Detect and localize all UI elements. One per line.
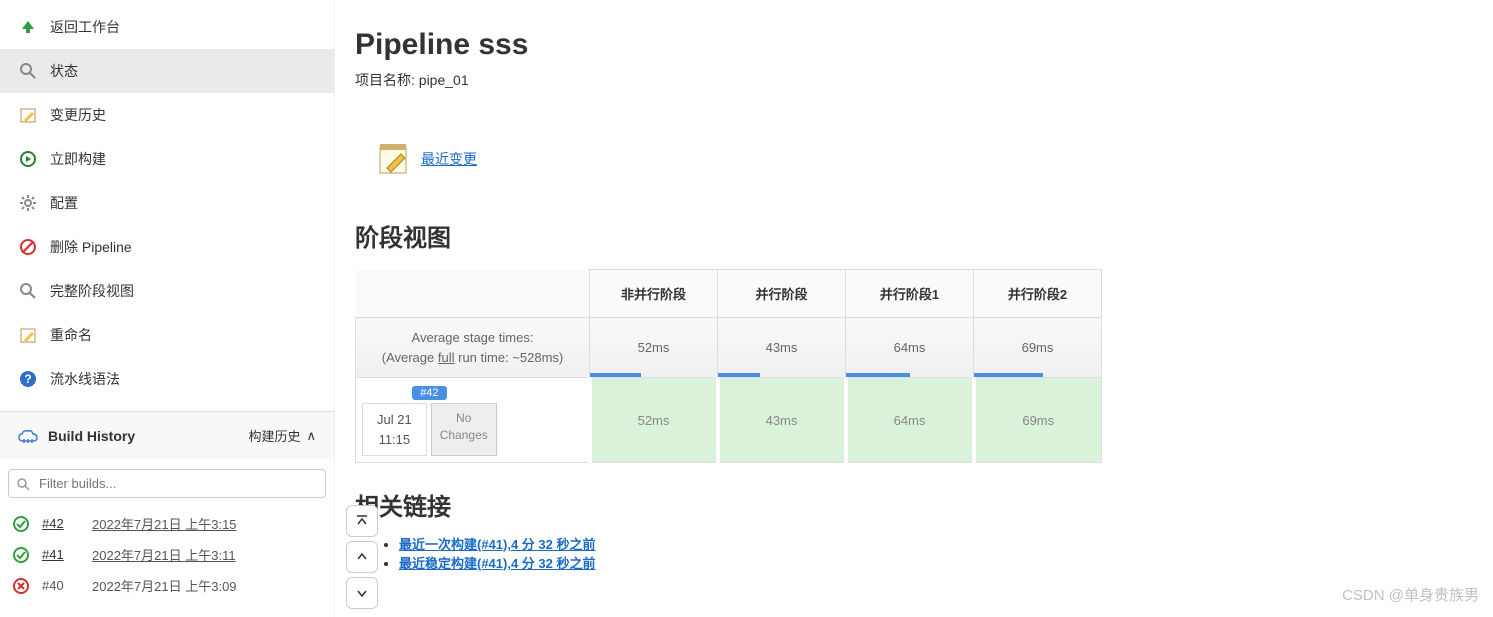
watermark: CSDN @单身贵族男: [1342, 584, 1479, 605]
stage-cell[interactable]: 64ms: [846, 378, 974, 463]
stage-avg-row: Average stage times: (Average full run t…: [356, 318, 1102, 378]
build-history-panel: Build History 构建历史 ∧ #42 2022年7月21日 上午3:…: [0, 411, 334, 601]
search-icon: [18, 281, 38, 301]
chevron-up-icon: ∧: [306, 428, 316, 444]
sidebar: 返回工作台 状态 变更历史 立即构建 配置 删除 Pipeline: [0, 0, 335, 617]
clock-play-icon: [18, 149, 38, 169]
nav-label: 删除 Pipeline: [50, 237, 132, 257]
project-name: 项目名称: pipe_01: [355, 70, 1473, 90]
page-title: Pipeline sss: [355, 28, 1473, 62]
nav-label: 流水线语法: [50, 369, 120, 389]
build-row[interactable]: #42 2022年7月21日 上午3:15: [0, 508, 334, 539]
run-info: #42 Jul 2111:15 NoChanges: [356, 378, 590, 463]
notepad-icon: [375, 140, 413, 178]
stage-view-title: 阶段视图: [355, 218, 1473, 253]
run-badge[interactable]: #42: [412, 386, 446, 400]
build-number[interactable]: #42: [42, 516, 80, 531]
build-number[interactable]: #41: [42, 547, 80, 562]
avg-time: 52ms: [590, 318, 718, 378]
stage-run-row[interactable]: #42 Jul 2111:15 NoChanges: [356, 378, 1102, 463]
svg-text:?: ?: [24, 372, 31, 386]
help-icon: ?: [18, 369, 38, 389]
nav-configure[interactable]: 配置: [0, 181, 334, 225]
delete-icon: [18, 237, 38, 257]
nav-label: 配置: [50, 193, 78, 213]
nav-rename[interactable]: 重命名: [0, 313, 334, 357]
success-icon: [12, 515, 30, 533]
stage-table: 非并行阶段 并行阶段 并行阶段1 并行阶段2 Average stage tim…: [355, 269, 1102, 463]
build-trend-label: 构建历史: [248, 426, 300, 445]
gear-icon: [18, 193, 38, 213]
related-links-title: 相关链接: [355, 487, 1473, 522]
filter-box: [8, 469, 326, 498]
notepad-icon: [18, 325, 38, 345]
up-arrow-icon: [18, 17, 38, 37]
build-date[interactable]: 2022年7月21日 上午3:09: [92, 576, 237, 595]
nav-label: 完整阶段视图: [50, 281, 134, 301]
nav-label: 返回工作台: [50, 17, 120, 37]
scroll-top-button[interactable]: [346, 505, 378, 537]
nav-delete[interactable]: 删除 Pipeline: [0, 225, 334, 269]
nav-changes[interactable]: 变更历史: [0, 93, 334, 137]
build-row[interactable]: #40 2022年7月21日 上午3:09: [0, 570, 334, 601]
stage-cell[interactable]: 52ms: [590, 378, 718, 463]
search-icon: [18, 61, 38, 81]
related-link[interactable]: 最近稳定构建(#41),4 分 32 秒之前: [399, 556, 596, 571]
notepad-icon: [18, 105, 38, 125]
nav-label: 状态: [50, 61, 78, 81]
avg-time: 64ms: [846, 318, 974, 378]
stage-header-empty: [356, 270, 590, 318]
nav-label: 重命名: [50, 325, 92, 345]
build-trend-link[interactable]: 构建历史 ∧: [248, 426, 316, 445]
nav-label: 立即构建: [50, 149, 106, 169]
scroll-up-button[interactable]: [346, 541, 378, 573]
nav-list: 返回工作台 状态 变更历史 立即构建 配置 删除 Pipeline: [0, 0, 334, 401]
fail-icon: [12, 577, 30, 595]
nav-build-now[interactable]: 立即构建: [0, 137, 334, 181]
recent-change-link[interactable]: 最近变更: [421, 149, 477, 169]
success-icon: [12, 546, 30, 564]
stage-header: 非并行阶段: [590, 270, 718, 318]
scroll-down-button[interactable]: [346, 577, 378, 609]
related-link[interactable]: 最近一次构建(#41),4 分 32 秒之前: [399, 537, 596, 552]
cloud-icon: [18, 429, 38, 443]
run-date: Jul 2111:15: [362, 403, 427, 456]
scroll-controls: [346, 505, 378, 609]
search-icon: [16, 477, 30, 491]
avg-time: 43ms: [718, 318, 846, 378]
build-history-header[interactable]: Build History 构建历史 ∧: [0, 412, 334, 459]
build-row[interactable]: #41 2022年7月21日 上午3:11: [0, 539, 334, 570]
avg-label: Average stage times: (Average full run t…: [356, 318, 590, 378]
stage-header: 并行阶段: [718, 270, 846, 318]
stage-header: 并行阶段1: [846, 270, 974, 318]
main-content: Pipeline sss 项目名称: pipe_01 最近变更 阶段视图 非并行…: [335, 0, 1493, 617]
nav-full-stage[interactable]: 完整阶段视图: [0, 269, 334, 313]
nav-label: 变更历史: [50, 105, 106, 125]
stage-header: 并行阶段2: [974, 270, 1102, 318]
stage-cell[interactable]: 43ms: [718, 378, 846, 463]
nav-back[interactable]: 返回工作台: [0, 5, 334, 49]
build-history-title: Build History: [48, 428, 135, 444]
filter-input[interactable]: [8, 469, 326, 498]
avg-time: 69ms: [974, 318, 1102, 378]
build-date[interactable]: 2022年7月21日 上午3:11: [92, 545, 236, 564]
nav-status[interactable]: 状态: [0, 49, 334, 93]
stage-cell[interactable]: 69ms: [974, 378, 1102, 463]
run-changes[interactable]: NoChanges: [431, 403, 497, 456]
build-number[interactable]: #40: [42, 578, 80, 593]
stage-header-row: 非并行阶段 并行阶段 并行阶段1 并行阶段2: [356, 270, 1102, 318]
nav-syntax[interactable]: ? 流水线语法: [0, 357, 334, 401]
related-links-list: 最近一次构建(#41),4 分 32 秒之前 最近稳定构建(#41),4 分 3…: [399, 534, 1473, 572]
recent-change: 最近变更: [375, 140, 1473, 178]
build-date[interactable]: 2022年7月21日 上午3:15: [92, 514, 237, 533]
